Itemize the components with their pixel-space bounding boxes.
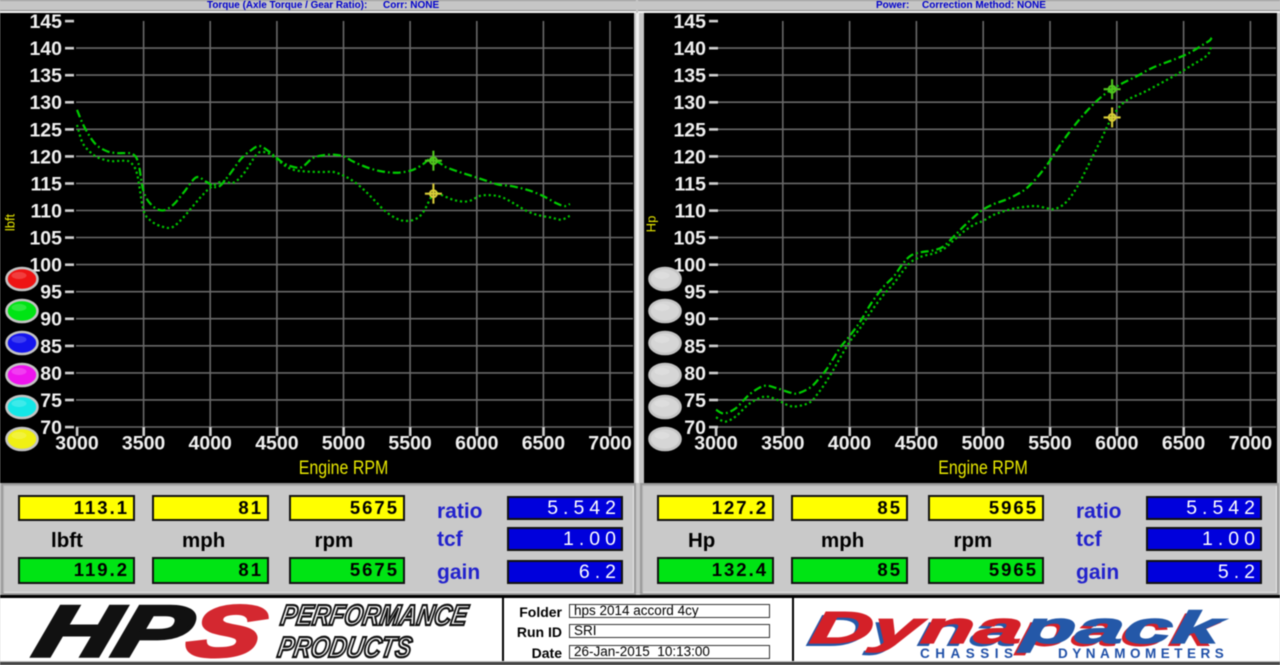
svg-text:4500: 4500 [895, 433, 939, 455]
svg-text:140: 140 [29, 38, 62, 60]
svg-text:135: 135 [29, 65, 62, 87]
svg-text:3000: 3000 [694, 433, 738, 455]
svg-text:lbft: lbft [3, 213, 18, 231]
svg-text:5000: 5000 [322, 433, 366, 455]
svg-text:5500: 5500 [1028, 433, 1072, 455]
svg-text:5000: 5000 [962, 433, 1006, 455]
svg-text:3500: 3500 [761, 433, 805, 455]
svg-text:115: 115 [675, 173, 707, 195]
svg-text:6000: 6000 [455, 433, 499, 455]
svg-text:6500: 6500 [1162, 433, 1206, 455]
svg-text:110: 110 [675, 201, 707, 223]
svg-text:95: 95 [40, 282, 62, 304]
svg-text:145: 145 [29, 13, 62, 33]
svg-text:110: 110 [31, 201, 63, 223]
svg-text:75: 75 [40, 390, 62, 412]
svg-text:125: 125 [673, 119, 706, 141]
svg-text:4000: 4000 [828, 433, 872, 455]
svg-text:85: 85 [684, 336, 706, 358]
svg-text:95: 95 [684, 282, 706, 304]
svg-text:3000: 3000 [55, 433, 99, 455]
svg-text:5500: 5500 [388, 433, 432, 455]
svg-text:135: 135 [673, 65, 706, 87]
svg-text:80: 80 [684, 363, 706, 385]
svg-text:Engine RPM: Engine RPM [299, 457, 389, 479]
svg-text:75: 75 [684, 390, 706, 412]
svg-text:4000: 4000 [189, 433, 233, 455]
svg-text:6500: 6500 [522, 433, 566, 455]
svg-text:105: 105 [29, 228, 62, 250]
svg-text:145: 145 [673, 13, 706, 33]
svg-text:6000: 6000 [1095, 433, 1139, 455]
svg-text:115: 115 [31, 173, 63, 195]
svg-text:130: 130 [673, 92, 706, 114]
svg-text:105: 105 [673, 228, 706, 250]
svg-text:85: 85 [40, 336, 62, 358]
svg-text:7000: 7000 [1229, 433, 1273, 455]
svg-text:80: 80 [40, 363, 62, 385]
svg-text:Engine RPM: Engine RPM [938, 457, 1028, 479]
svg-text:120: 120 [673, 146, 706, 168]
svg-text:90: 90 [40, 309, 62, 331]
svg-text:4500: 4500 [255, 433, 299, 455]
svg-text:7000: 7000 [588, 433, 632, 455]
svg-text:130: 130 [29, 92, 62, 114]
svg-text:90: 90 [684, 309, 706, 331]
svg-text:3500: 3500 [122, 433, 166, 455]
svg-text:140: 140 [673, 38, 706, 60]
svg-text:Hp: Hp [644, 216, 659, 233]
svg-text:125: 125 [29, 119, 62, 141]
svg-text:120: 120 [29, 146, 62, 168]
